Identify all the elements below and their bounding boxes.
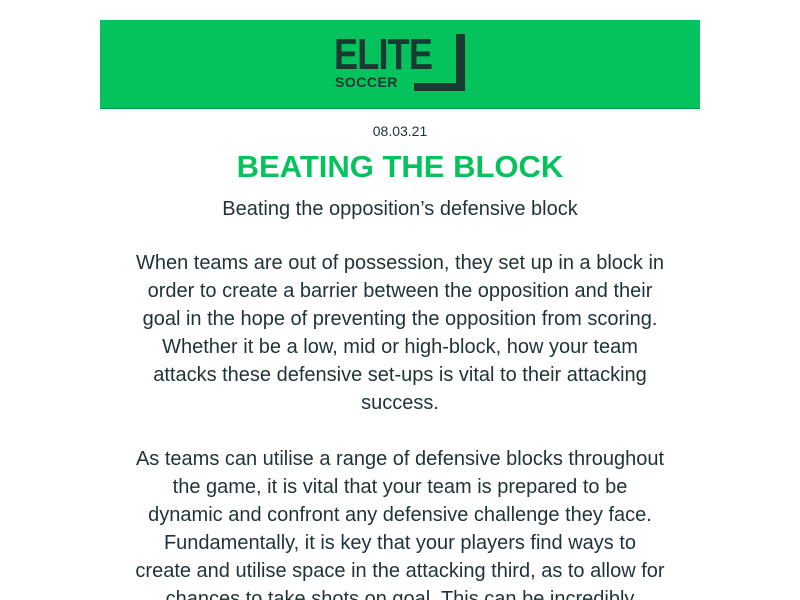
article-paragraph: When teams are out of possession, they s… (135, 252, 665, 414)
elite-soccer-logo[interactable]: ELITE SOCCER (334, 31, 466, 94)
article-paragraph: As teams can utilise a range of defensiv… (135, 448, 665, 600)
header-banner: ELITE SOCCER (100, 20, 700, 109)
logo-bracket-icon (414, 34, 465, 91)
email-container: ELITE SOCCER 08.03.21 BEATING THE BLOCK … (100, 20, 700, 600)
article-subtitle: Beating the opposition’s defensive block (222, 198, 578, 220)
logo-subtext: SOCCER (335, 74, 398, 90)
article-date: 08.03.21 (372, 123, 428, 139)
article-title: BEATING THE BLOCK (236, 149, 564, 184)
